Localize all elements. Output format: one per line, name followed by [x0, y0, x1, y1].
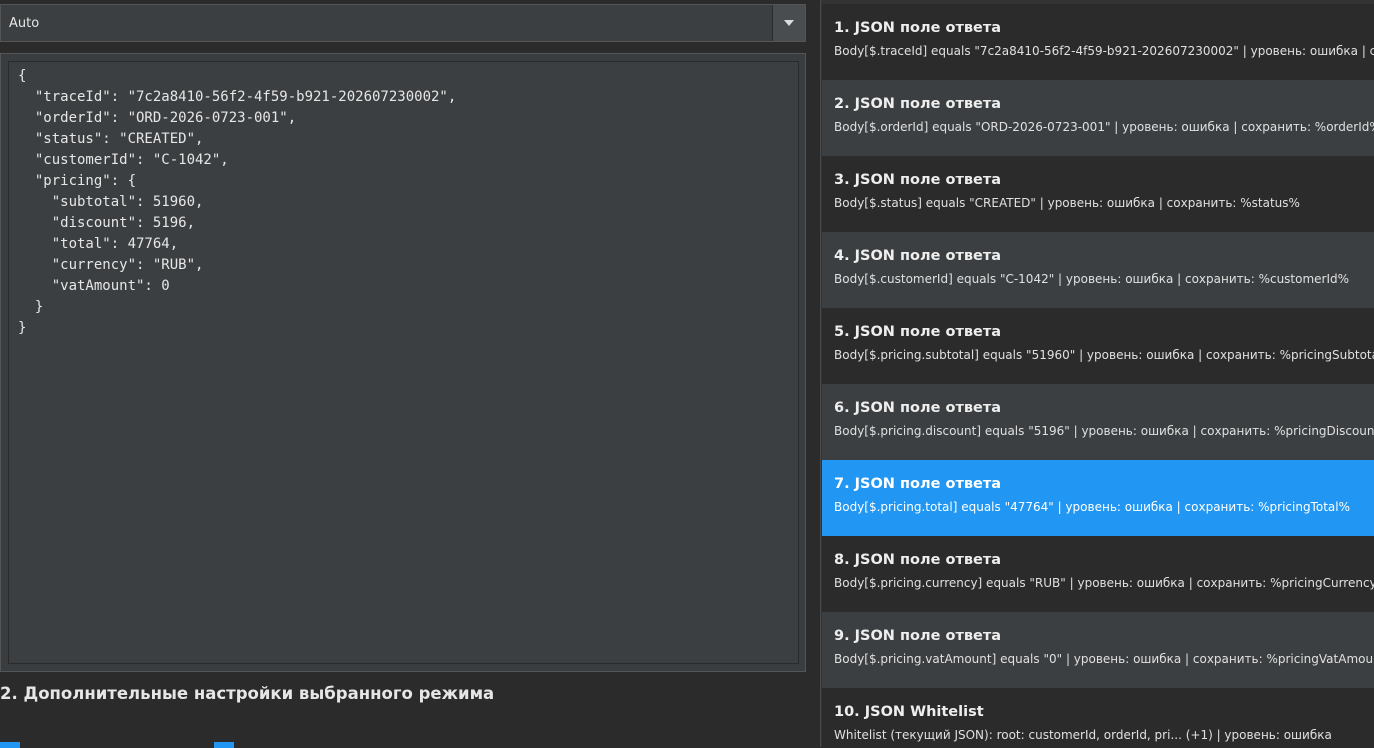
check-item-title: 4. JSON поле ответа	[834, 248, 1002, 264]
check-item-selected[interactable]: 7. JSON поле ответа Body[$.pricing.total…	[822, 460, 1374, 536]
mode-dropdown[interactable]: Auto	[0, 4, 806, 42]
check-item-title: 6. JSON поле ответа	[834, 400, 1002, 416]
mode-dropdown-value: Auto	[9, 16, 40, 31]
section-title: 2. Дополнительные настройки выбранного р…	[0, 684, 495, 703]
check-item[interactable]: 4. JSON поле ответа Body[$.customerId] e…	[822, 232, 1374, 308]
check-item-description: Body[$.orderId] equals "ORD-2026-0723-00…	[834, 120, 1374, 134]
left-panel: Auto { "traceId": "7c2a8410-56f2-4f59-b9…	[0, 0, 806, 748]
check-item[interactable]: 3. JSON поле ответа Body[$.status] equal…	[822, 156, 1374, 232]
check-item-description: Body[$.pricing.vatAmount] equals "0" | у…	[834, 652, 1374, 666]
check-item-description: Whitelist (текущий JSON): root: customer…	[834, 728, 1332, 742]
check-item-description: Body[$.pricing.currency] equals "RUB" | …	[834, 576, 1374, 590]
panel-splitter[interactable]	[806, 0, 820, 747]
json-editor[interactable]: { "traceId": "7c2a8410-56f2-4f59-b921-20…	[8, 61, 799, 664]
check-item[interactable]: 5. JSON поле ответа Body[$.pricing.subto…	[822, 308, 1374, 384]
check-item-title: 9. JSON поле ответа	[834, 628, 1002, 644]
json-editor-frame: { "traceId": "7c2a8410-56f2-4f59-b921-20…	[0, 53, 806, 672]
check-item[interactable]: 1. JSON поле ответа Body[$.traceId] equa…	[822, 4, 1374, 80]
check-item-description: Body[$.pricing.total] equals "47764" | у…	[834, 500, 1350, 514]
checks-list: 1. JSON поле ответа Body[$.traceId] equa…	[820, 0, 1374, 747]
check-item-title: 5. JSON поле ответа	[834, 324, 1002, 340]
dropdown-arrow-button[interactable]	[772, 5, 805, 41]
option-checkbox-1[interactable]	[0, 742, 20, 748]
check-item[interactable]: 10. JSON Whitelist Whitelist (текущий JS…	[822, 688, 1374, 747]
check-item-title: 1. JSON поле ответа	[834, 20, 1002, 36]
check-item-description: Body[$.pricing.discount] equals "5196" |…	[834, 424, 1374, 438]
option-checkbox-2[interactable]	[214, 742, 234, 748]
chevron-down-icon	[784, 20, 794, 26]
check-item-title: 3. JSON поле ответа	[834, 172, 1002, 188]
check-item-title: 7. JSON поле ответа	[834, 476, 1002, 492]
check-item-title: 8. JSON поле ответа	[834, 552, 1002, 568]
check-item[interactable]: 8. JSON поле ответа Body[$.pricing.curre…	[822, 536, 1374, 612]
check-item[interactable]: 6. JSON поле ответа Body[$.pricing.disco…	[822, 384, 1374, 460]
check-item-description: Body[$.traceId] equals "7c2a8410-56f2-4f…	[834, 44, 1374, 58]
check-item[interactable]: 2. JSON поле ответа Body[$.orderId] equa…	[822, 80, 1374, 156]
check-item-description: Body[$.customerId] equals "C-1042" | уро…	[834, 272, 1350, 286]
check-item-title: 10. JSON Whitelist	[834, 704, 984, 720]
check-item[interactable]: 9. JSON поле ответа Body[$.pricing.vatAm…	[822, 612, 1374, 688]
check-item-title: 2. JSON поле ответа	[834, 96, 1002, 112]
check-item-description: Body[$.pricing.subtotal] equals "51960" …	[834, 348, 1374, 362]
check-item-description: Body[$.status] equals "CREATED" | уровен…	[834, 196, 1300, 210]
